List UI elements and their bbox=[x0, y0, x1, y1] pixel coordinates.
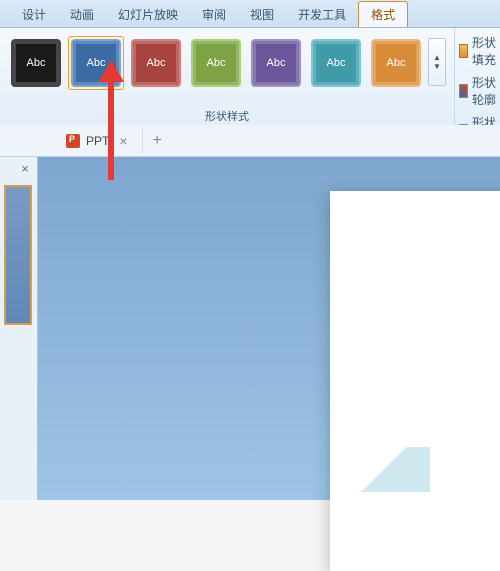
powerpoint-icon bbox=[66, 134, 80, 148]
close-pane-button[interactable]: × bbox=[17, 161, 33, 177]
tab-format[interactable]: 格式 bbox=[358, 1, 408, 27]
shape-styles-group: Abc Abc Abc Abc Abc Abc Abc ▲▼ 形状样式 bbox=[0, 28, 455, 125]
ribbon: Abc Abc Abc Abc Abc Abc Abc ▲▼ 形状样式 形状填充… bbox=[0, 28, 500, 126]
decorative-wedge bbox=[340, 447, 430, 492]
watermark: jb51.net bbox=[449, 480, 492, 494]
thumbnail-pane: × bbox=[0, 157, 38, 500]
style-swatch-red[interactable]: Abc bbox=[131, 39, 181, 87]
style-swatch-green[interactable]: Abc bbox=[191, 39, 241, 87]
style-swatch-blue[interactable]: Abc bbox=[71, 39, 121, 87]
tab-view[interactable]: 视图 bbox=[238, 2, 286, 27]
style-swatch-orange[interactable]: Abc bbox=[371, 39, 421, 87]
doc-tab-ppt[interactable]: PPT × bbox=[56, 129, 143, 153]
ribbon-tabs: 设计 动画 幻灯片放映 审阅 视图 开发工具 格式 bbox=[0, 0, 500, 28]
slide-thumbnail[interactable] bbox=[4, 185, 32, 325]
gallery-more-button[interactable]: ▲▼ bbox=[428, 38, 446, 86]
style-swatch-teal[interactable]: Abc bbox=[311, 39, 361, 87]
document-area: 片机 PPT × + × jb51.net bbox=[0, 126, 500, 500]
doc-tab-label: PPT bbox=[86, 134, 109, 148]
shape-fill-button[interactable]: 形状填充 bbox=[459, 34, 496, 68]
slide-canvas[interactable] bbox=[330, 191, 500, 571]
shape-options: 形状填充 形状轮廓 形状效果 bbox=[455, 28, 500, 125]
style-gallery: Abc Abc Abc Abc Abc Abc Abc ▲▼ bbox=[6, 32, 448, 94]
tab-slideshow[interactable]: 幻灯片放映 bbox=[106, 2, 190, 27]
tab-design[interactable]: 设计 bbox=[10, 2, 58, 27]
tab-animation[interactable]: 动画 bbox=[58, 2, 106, 27]
document-tabs: PPT × + bbox=[0, 125, 500, 157]
pen-icon bbox=[459, 84, 468, 98]
close-tab-button[interactable]: × bbox=[115, 133, 131, 149]
tab-review[interactable]: 审阅 bbox=[190, 2, 238, 27]
group-label-shape-styles: 形状样式 bbox=[6, 108, 448, 124]
style-swatch-purple[interactable]: Abc bbox=[251, 39, 301, 87]
style-swatch-black[interactable]: Abc bbox=[11, 39, 61, 87]
bucket-icon bbox=[459, 44, 468, 58]
shape-outline-button[interactable]: 形状轮廓 bbox=[459, 74, 496, 108]
add-tab-button[interactable]: + bbox=[143, 132, 172, 150]
tab-devtools[interactable]: 开发工具 bbox=[286, 2, 358, 27]
